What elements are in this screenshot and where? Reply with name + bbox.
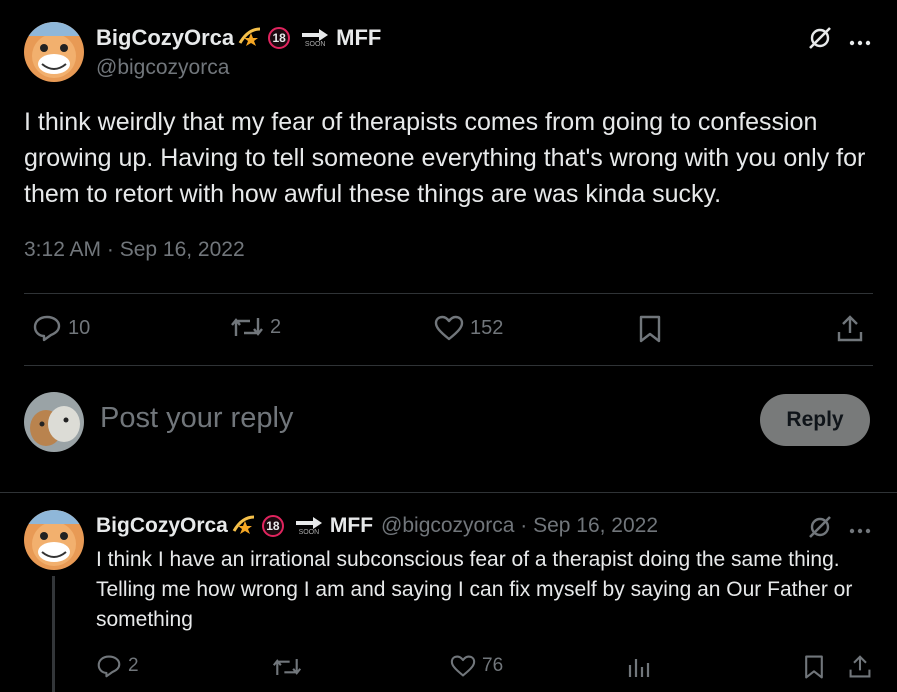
shooting-star-icon [232,513,258,540]
reply-tweet-text: I think I have an irrational subconsciou… [96,548,853,631]
grok-icon[interactable] [806,24,834,57]
like-action[interactable]: 152 [434,314,503,342]
thread-line [52,576,55,692]
reply-count: 10 [68,316,91,339]
reply-icon [97,655,121,678]
soon-arrow-icon: SOON [295,516,322,536]
reply-name-suffix: MFF [329,514,374,537]
age-18-badge-icon: 18 [261,515,284,537]
reply-action[interactable]: 10 [32,314,90,342]
reply-retweet-icon[interactable] [272,655,302,684]
share-icon[interactable] [836,314,864,349]
reply-icon [33,315,61,342]
retweet-count: 2 [270,315,282,338]
reply-like-count: 76 [482,655,504,676]
soon-arrow-icon: SOON [302,28,329,48]
current-user-avatar[interactable] [24,392,84,452]
reply-like-action[interactable]: 76 [450,654,503,678]
heart-icon [450,655,476,677]
author-handle[interactable]: @bigcozyorca [96,56,229,80]
bookmark-icon[interactable] [638,314,662,349]
more-options-icon[interactable] [848,522,872,540]
tweet-text: I think weirdly that my fear of therapis… [24,108,866,208]
author-avatar[interactable] [24,22,84,82]
reply-author-avatar[interactable] [24,510,84,570]
display-name[interactable]: BigCozyOrca [96,25,234,51]
tweet-timestamp[interactable]: 3:12 AM · Sep 16, 2022 [24,238,245,262]
views-chart-icon[interactable] [626,655,650,684]
grok-icon[interactable] [806,513,834,546]
heart-icon [434,315,464,341]
age-18-badge-icon: 18 [268,27,291,49]
shooting-star-icon [238,25,264,52]
reply-input[interactable]: Post your reply [100,402,293,435]
soon-label: SOON [304,40,326,48]
retweet-icon [231,318,263,336]
more-options-icon[interactable] [848,34,872,52]
retweet-action[interactable]: 2 [230,314,281,340]
name-suffix: MFF [336,25,382,50]
reply-display-name[interactable]: BigCozyOrca [96,514,228,538]
bookmark-icon[interactable] [803,654,825,685]
reply-button[interactable]: Reply [760,394,870,446]
reply-author-row: BigCozyOrca 18 SOON MFF @bigcozyorca · S… [96,512,658,540]
reply-reply-count: 2 [128,655,139,676]
soon-label: SOON [298,528,320,536]
reply-reply-action[interactable]: 2 [96,654,139,678]
like-count: 152 [470,316,504,339]
reply-handle-date[interactable]: @bigcozyorca · Sep 16, 2022 [381,514,658,538]
share-icon[interactable] [848,654,872,685]
author-name-row: BigCozyOrca 18 SOON MFF [96,24,381,52]
